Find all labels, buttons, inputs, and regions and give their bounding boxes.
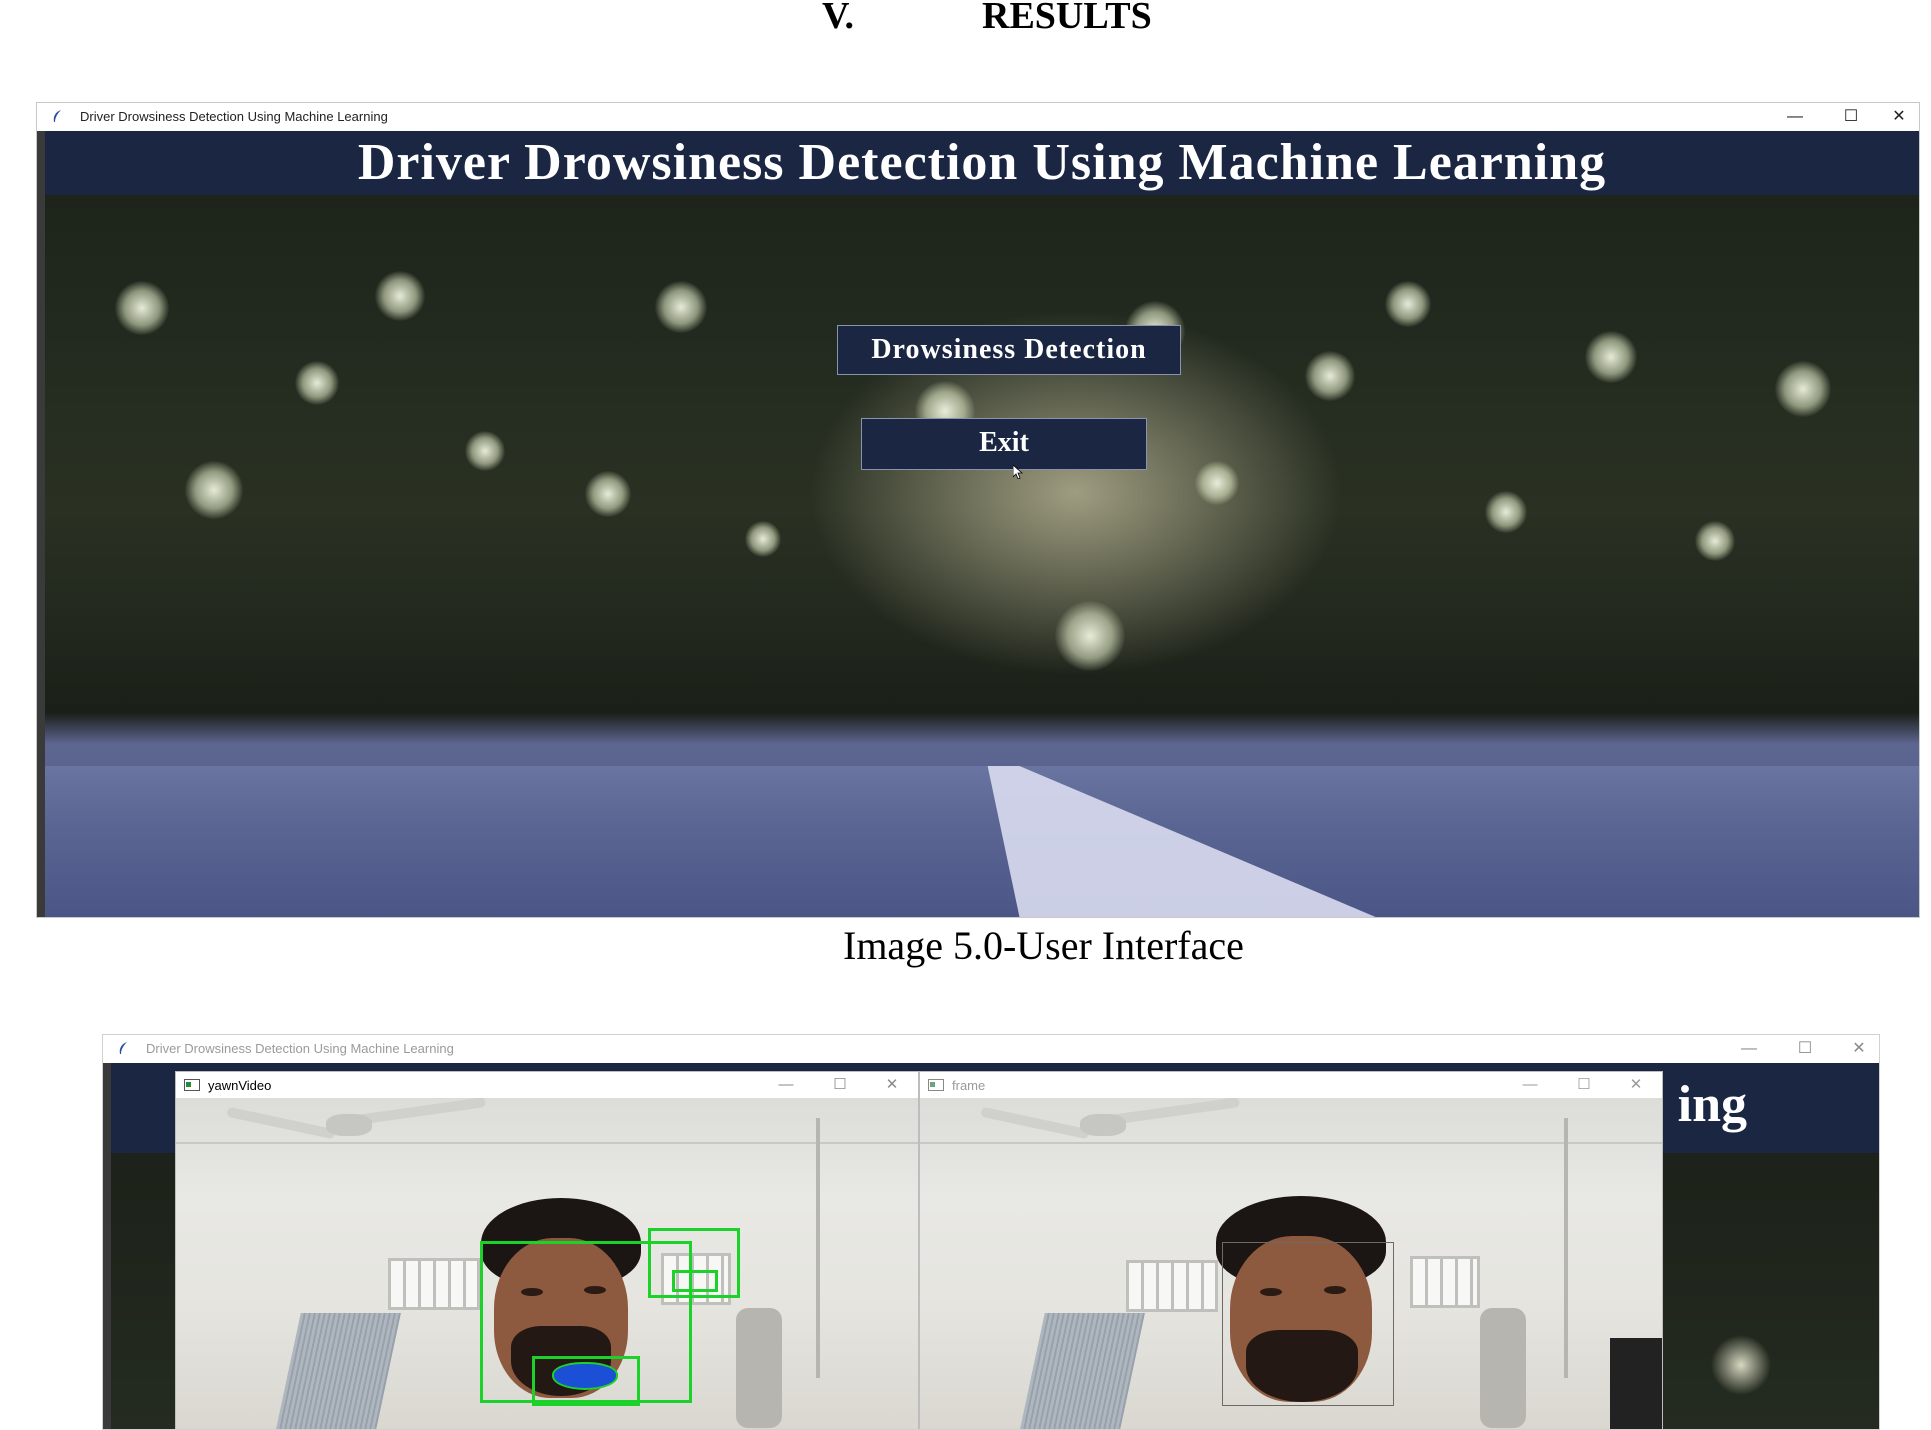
window-title: Driver Drowsiness Detection Using Machin… xyxy=(80,109,388,124)
mouth-mask xyxy=(554,1364,616,1388)
mouse-cursor-icon xyxy=(1013,465,1023,479)
app-header-fragment: ing xyxy=(1677,1076,1747,1133)
eye-detection-box xyxy=(672,1270,718,1292)
minimize-button[interactable]: — xyxy=(1729,1037,1769,1061)
camera-feed xyxy=(920,1098,1662,1429)
feather-icon xyxy=(119,1042,127,1054)
road-surface xyxy=(45,766,1919,917)
window-titlebar: Driver Drowsiness Detection Using Machin… xyxy=(103,1035,1879,1063)
yawn-video-window: yawnVideo — ☐ ✕ xyxy=(175,1071,919,1429)
window-left-edge xyxy=(37,131,45,917)
figure-caption: Image 5.0-User Interface xyxy=(843,923,1244,968)
window-left-edge xyxy=(103,1063,111,1429)
minimize-button[interactable]: — xyxy=(1510,1073,1550,1097)
maximize-button[interactable]: ☐ xyxy=(1785,1037,1825,1061)
video-window-icon xyxy=(928,1079,944,1091)
yawn-video-title: yawnVideo xyxy=(208,1078,272,1093)
video-window-icon xyxy=(184,1079,200,1091)
section-number: V. xyxy=(822,0,855,37)
app-header: Driver Drowsiness Detection Using Machin… xyxy=(45,131,1919,195)
detection-screenshot: Driver Drowsiness Detection Using Machin… xyxy=(102,1034,1880,1430)
maximize-button[interactable]: ☐ xyxy=(1831,105,1871,129)
maximize-button[interactable]: ☐ xyxy=(1564,1073,1604,1097)
window-titlebar: Driver Drowsiness Detection Using Machin… xyxy=(37,103,1919,131)
app-window-screenshot: Driver Drowsiness Detection Using Machin… xyxy=(36,102,1920,918)
yawn-video-titlebar: yawnVideo — ☐ ✕ xyxy=(176,1072,918,1098)
close-button[interactable]: ✕ xyxy=(1879,105,1919,129)
minimize-button[interactable]: — xyxy=(766,1073,806,1097)
minimize-button[interactable]: — xyxy=(1775,105,1815,129)
drowsiness-detection-button[interactable]: Drowsiness Detection xyxy=(837,325,1181,375)
window-title: Driver Drowsiness Detection Using Machin… xyxy=(146,1041,454,1056)
close-button[interactable]: ✕ xyxy=(872,1073,912,1097)
frame-title: frame xyxy=(952,1078,986,1093)
maximize-button[interactable]: ☐ xyxy=(820,1073,860,1097)
close-button[interactable]: ✕ xyxy=(1839,1037,1879,1061)
frame-window: frame — ☐ ✕ xyxy=(919,1071,1663,1429)
section-title: RESULTS xyxy=(982,0,1152,37)
face-detection-box xyxy=(1222,1242,1394,1406)
camera-feed xyxy=(176,1098,918,1429)
close-button[interactable]: ✕ xyxy=(1616,1073,1656,1097)
frame-titlebar: frame — ☐ ✕ xyxy=(920,1072,1662,1098)
feather-icon xyxy=(53,110,61,122)
section-heading: V. RESULTS xyxy=(0,0,1931,38)
road-background-image: Driver Drowsiness Detection Using Machin… xyxy=(45,131,1919,917)
exit-button[interactable]: Exit xyxy=(861,418,1147,470)
